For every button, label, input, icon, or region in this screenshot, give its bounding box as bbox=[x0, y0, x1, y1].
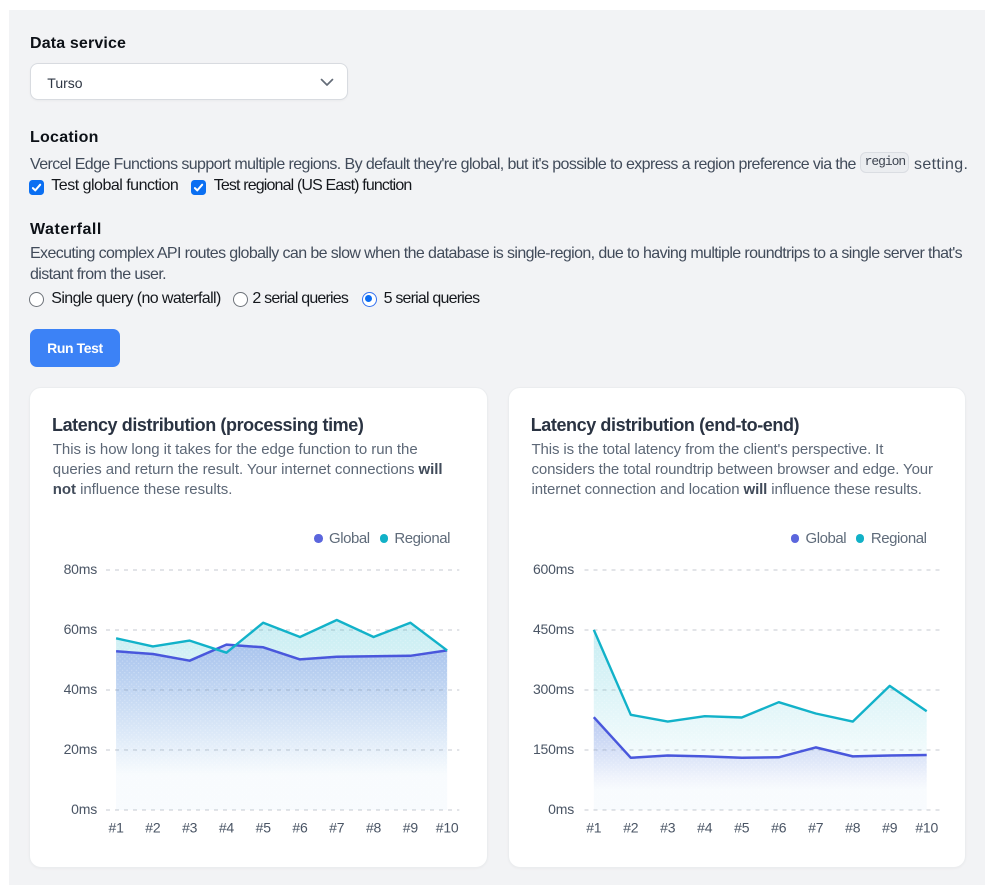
svg-text:450ms: 450ms bbox=[533, 621, 574, 637]
svg-text:#4: #4 bbox=[219, 819, 235, 835]
svg-text:150ms: 150ms bbox=[533, 741, 574, 757]
svg-text:#1: #1 bbox=[586, 819, 602, 835]
svg-text:#3: #3 bbox=[660, 819, 676, 835]
svg-text:0ms: 0ms bbox=[71, 801, 97, 817]
svg-text:#9: #9 bbox=[882, 819, 898, 835]
svg-text:60ms: 60ms bbox=[64, 621, 98, 637]
svg-text:20ms: 20ms bbox=[64, 741, 98, 757]
svg-text:#3: #3 bbox=[182, 819, 198, 835]
svg-text:#9: #9 bbox=[403, 819, 419, 835]
svg-text:#10: #10 bbox=[915, 819, 938, 835]
svg-text:300ms: 300ms bbox=[533, 681, 574, 697]
svg-text:40ms: 40ms bbox=[64, 681, 98, 697]
svg-text:#7: #7 bbox=[808, 819, 824, 835]
svg-text:#7: #7 bbox=[329, 819, 345, 835]
svg-text:#8: #8 bbox=[845, 819, 861, 835]
svg-text:#2: #2 bbox=[623, 819, 639, 835]
svg-text:#5: #5 bbox=[256, 819, 272, 835]
svg-text:#2: #2 bbox=[145, 819, 161, 835]
svg-text:80ms: 80ms bbox=[64, 561, 98, 577]
svg-text:#8: #8 bbox=[366, 819, 382, 835]
svg-text:0ms: 0ms bbox=[548, 801, 574, 817]
svg-text:#10: #10 bbox=[436, 819, 459, 835]
svg-text:#6: #6 bbox=[771, 819, 787, 835]
svg-text:600ms: 600ms bbox=[533, 561, 574, 577]
svg-text:#1: #1 bbox=[109, 819, 125, 835]
svg-text:#5: #5 bbox=[734, 819, 750, 835]
svg-text:#6: #6 bbox=[292, 819, 308, 835]
svg-text:#4: #4 bbox=[697, 819, 713, 835]
